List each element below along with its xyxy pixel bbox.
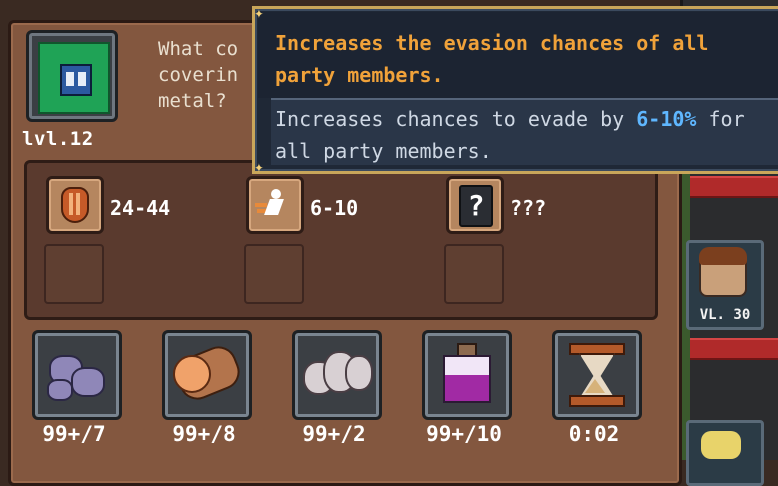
material-slot[interactable] <box>32 330 122 420</box>
empty-stat-slot <box>244 244 304 304</box>
question-mark-icon: ? <box>459 185 493 227</box>
item-level: lvl.12 <box>22 128 94 150</box>
sparkle-icon: ✦ <box>254 3 264 22</box>
item-icon-frame[interactable] <box>26 30 118 122</box>
wood-log-end-icon <box>173 355 211 393</box>
stat-value: 24-44 <box>110 196 171 220</box>
stat-tooltip: Increases the evasion chances of all par… <box>252 3 778 176</box>
purple-potion-icon <box>443 355 491 403</box>
runner-icon <box>271 189 281 199</box>
sparkle-icon: ✦ <box>254 157 264 176</box>
tooltip-highlight-value: 6-10% <box>636 107 697 131</box>
material-count: 99+/2 <box>302 422 366 446</box>
tooltip-divider <box>271 98 778 100</box>
stat-value: ??? <box>510 196 547 220</box>
material-count: 99+/7 <box>42 422 106 446</box>
party-member-card[interactable]: VL. 30 <box>686 240 764 330</box>
hero-hair <box>699 247 747 265</box>
party-member-card[interactable] <box>686 420 764 486</box>
unknown-stat-icon[interactable]: ? <box>446 176 504 234</box>
shield-stat-icon[interactable] <box>46 176 104 234</box>
material-slot[interactable] <box>292 330 382 420</box>
material-slot[interactable] <box>162 330 252 420</box>
tooltip-body: Increases chances to evade by 6-10% for … <box>275 103 778 167</box>
hourglass-icon <box>569 395 625 407</box>
material-count: 99+/10 <box>426 422 502 446</box>
party-slot-banner <box>690 176 778 198</box>
purple-ore-icon <box>47 379 73 401</box>
crafting-screen: VL. 30 lvl.12 What co coverin metal? 24-… <box>0 0 778 486</box>
tooltip-body-prefix: Increases chances to evade by <box>275 107 637 131</box>
runner-icon <box>264 199 284 215</box>
cloth-icon <box>345 355 373 391</box>
empty-stat-slot <box>444 244 504 304</box>
material-slot[interactable] <box>552 330 642 420</box>
evade-stat-icon[interactable] <box>246 176 304 234</box>
party-slot-banner <box>690 338 778 360</box>
purple-ore-icon <box>71 367 105 397</box>
hero-level: VL. 30 <box>699 307 751 323</box>
hero-portrait <box>699 247 747 297</box>
empty-stat-slot <box>44 244 104 304</box>
material-slot[interactable] <box>422 330 512 420</box>
stat-value: 6-10 <box>310 196 359 220</box>
item-icon-bg <box>38 42 110 114</box>
craft-timer: 0:02 <box>568 422 620 446</box>
stats-box <box>24 160 658 320</box>
material-count: 99+/8 <box>172 422 236 446</box>
tooltip-title: Increases the evasion chances of all par… <box>275 31 709 87</box>
armor-rune-icon <box>60 64 92 96</box>
hero-portrait <box>701 431 741 459</box>
speed-streak-icon <box>255 203 267 207</box>
potion-liquid <box>445 375 489 401</box>
shield-icon <box>61 187 89 223</box>
